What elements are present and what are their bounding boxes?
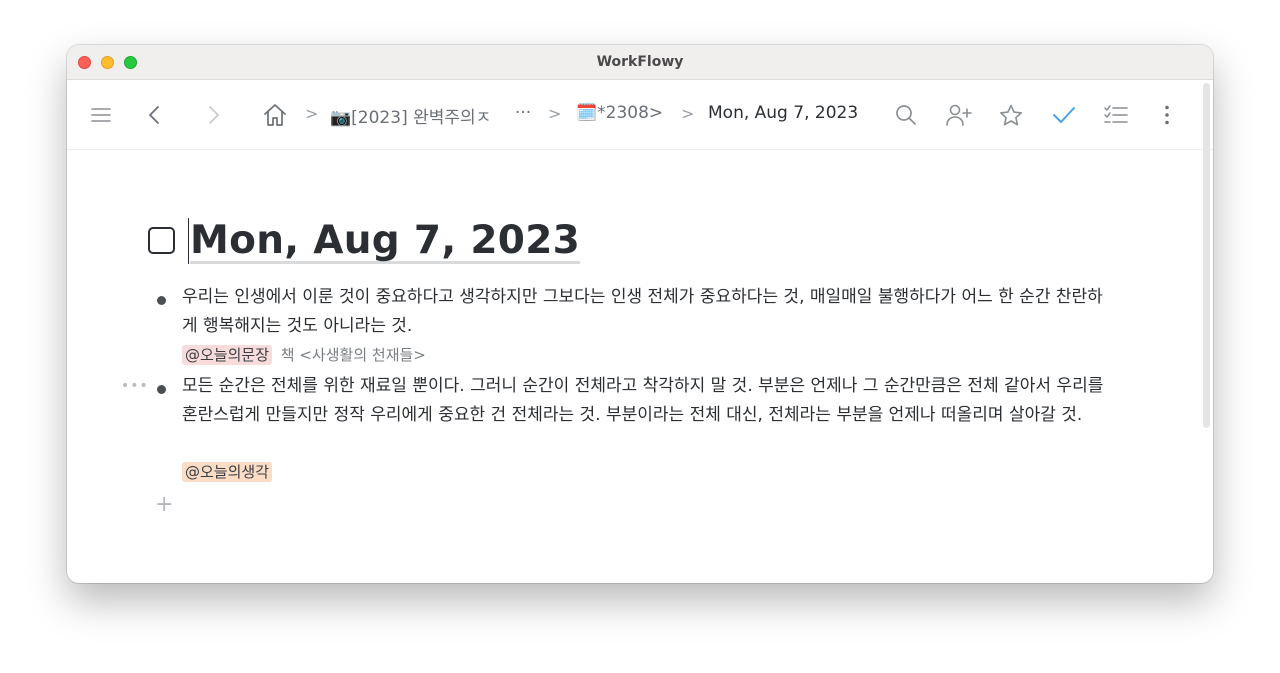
list-item-text[interactable]: 우리는 인생에서 이룬 것이 중요하다고 생각하지만 그보다는 인생 전체가 중… xyxy=(182,283,1112,341)
note-text[interactable]: 책 <사생활의 천재들> xyxy=(281,346,426,364)
page-title[interactable]: Mon, Aug 7, 2023 xyxy=(190,218,580,263)
title-bar: WorkFlowy xyxy=(67,45,1213,80)
breadcrumb-separator: > xyxy=(681,104,695,123)
hamburger-icon[interactable] xyxy=(89,102,113,128)
add-user-icon[interactable] xyxy=(945,102,973,128)
bullet-point[interactable] xyxy=(157,296,166,305)
drag-handle-icon[interactable]: ••• xyxy=(121,378,149,394)
breadcrumb-item-month[interactable]: 🗓️*2308> xyxy=(576,103,663,123)
breadcrumb-ellipsis[interactable]: ··· xyxy=(515,103,531,123)
list-item-text[interactable]: 모든 순간은 전체를 위한 재료일 뿐이다. 그러니 순간이 전체라고 착각하지… xyxy=(182,372,1112,430)
breadcrumb-separator: > xyxy=(305,104,319,123)
breadcrumb-current: Mon, Aug 7, 2023 xyxy=(708,103,859,123)
chevron-right-icon[interactable] xyxy=(203,102,225,128)
tag-label[interactable]: @오늘의문장 xyxy=(182,345,273,365)
chevron-left-icon[interactable] xyxy=(143,102,165,128)
breadcrumb-item-project[interactable]: 📷[2023] 완벽주의ㅈ xyxy=(330,103,498,128)
main-content: Mon, Aug 7, 2023 우리는 인생에서 이룬 것이 중요하다고 생각… xyxy=(67,150,1213,583)
checklist-icon[interactable] xyxy=(1103,102,1129,128)
more-vertical-icon[interactable] xyxy=(1157,102,1177,128)
search-icon[interactable] xyxy=(893,102,919,128)
add-bullet-button[interactable]: + xyxy=(155,492,173,517)
app-window: WorkFlowy > 📷[2023] 완벽주의ㅈ ··· > 🗓️*2308>… xyxy=(67,45,1213,583)
toolbar: > 📷[2023] 완벽주의ㅈ ··· > 🗓️*2308> > Mon, Au… xyxy=(67,80,1213,150)
list-item-note: @오늘의생각 xyxy=(182,461,273,482)
list-item-note: @오늘의문장 책 <사생활의 천재들> xyxy=(182,344,426,365)
window-title: WorkFlowy xyxy=(596,54,684,70)
page-complete-checkbox[interactable] xyxy=(148,227,175,254)
home-icon[interactable] xyxy=(261,102,289,128)
bullet-point[interactable] xyxy=(157,385,166,394)
text-cursor xyxy=(188,218,189,264)
star-icon[interactable] xyxy=(998,102,1024,128)
breadcrumb-separator: > xyxy=(548,104,562,123)
tag-label[interactable]: @오늘의생각 xyxy=(182,462,273,482)
check-icon[interactable] xyxy=(1051,102,1077,128)
